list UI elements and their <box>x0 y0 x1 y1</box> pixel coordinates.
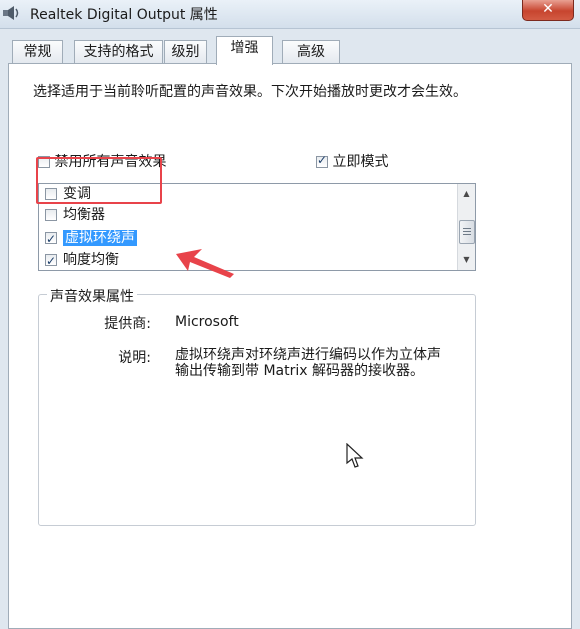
description-line-1: 虚拟环绕声对环绕声进行编码以作为立体声 <box>175 347 441 363</box>
speaker-icon <box>3 6 19 20</box>
scroll-thumb[interactable] <box>459 220 475 244</box>
tab-levels-label: 级别 <box>171 44 200 60</box>
effects-scrollbar[interactable]: ▲ ▼ <box>457 184 475 270</box>
effect-checkbox[interactable] <box>45 229 57 249</box>
tab-enhancements[interactable]: 增强 <box>216 36 273 65</box>
effect-checkbox[interactable] <box>45 251 57 270</box>
tab-supported-formats-label: 支持的格式 <box>83 44 154 60</box>
effect-label: 响度均衡 <box>63 252 119 268</box>
effect-item-equalizer[interactable]: 均衡器 <box>45 205 105 225</box>
effect-item-loudness-equalization[interactable]: 响度均衡 <box>45 250 119 270</box>
tab-general-label: 常规 <box>23 44 52 60</box>
enhancements-panel: 选择适用于当前聆听配置的声音效果。下次开始播放时更改才会生效。 禁用所有声音效果… <box>8 63 572 629</box>
annotation-arrow-icon <box>176 249 234 278</box>
immediate-mode-checkbox-box[interactable] <box>316 153 328 168</box>
provider-label: 提供商: <box>104 316 151 332</box>
provider-value: Microsoft <box>175 314 239 330</box>
title-bar: Realtek Digital Output 属性 ✕ <box>0 0 580 29</box>
description-label: 说明: <box>118 350 151 366</box>
window-title: Realtek Digital Output 属性 <box>30 7 218 23</box>
effect-checkbox[interactable] <box>45 209 57 221</box>
effect-properties-title: 声音效果属性 <box>47 286 137 306</box>
effect-item-virtual-surround[interactable]: 虚拟环绕声 <box>45 228 137 249</box>
effect-label: 虚拟环绕声 <box>63 230 137 246</box>
grip-line <box>463 231 471 232</box>
mouse-cursor-icon <box>346 443 364 468</box>
close-icon: ✕ <box>542 1 554 17</box>
tab-supported-formats[interactable]: 支持的格式 <box>74 40 163 63</box>
grip-line <box>463 228 471 229</box>
immediate-mode-checkbox[interactable]: 立即模式 <box>316 151 388 171</box>
scroll-up-arrow-icon[interactable]: ▲ <box>458 186 475 202</box>
annotation-highlight-box <box>36 157 162 204</box>
close-button[interactable]: ✕ <box>522 0 574 21</box>
scroll-down-arrow-icon[interactable]: ▼ <box>458 252 475 268</box>
immediate-mode-label: 立即模式 <box>332 154 389 170</box>
tab-general[interactable]: 常规 <box>12 40 63 63</box>
tab-advanced-label: 高级 <box>297 44 325 60</box>
description-line-2: 输出传输到带 Matrix 解码器的接收器。 <box>175 363 424 379</box>
effect-label: 均衡器 <box>63 207 105 223</box>
grip-line <box>463 234 471 235</box>
tab-enhancements-label: 增强 <box>230 40 259 56</box>
tab-levels[interactable]: 级别 <box>164 40 207 63</box>
tab-advanced[interactable]: 高级 <box>282 40 340 63</box>
intro-text: 选择适用于当前聆听配置的声音效果。下次开始播放时更改才会生效。 <box>33 84 467 100</box>
